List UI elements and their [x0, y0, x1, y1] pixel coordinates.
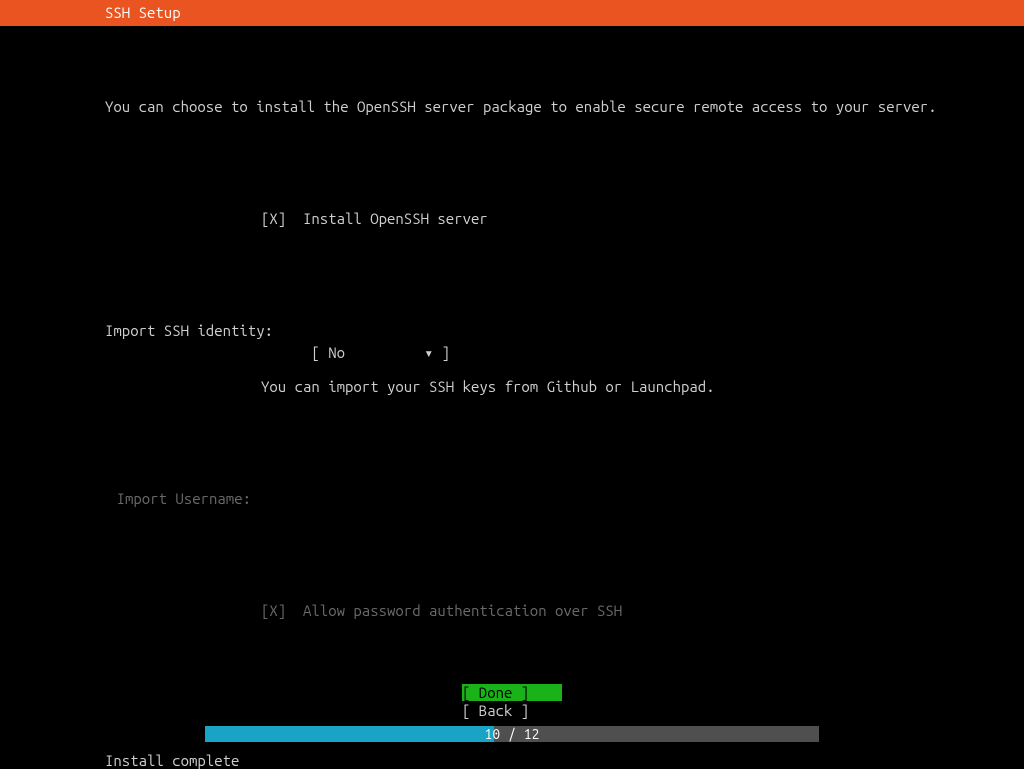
page-title: SSH Setup [105, 4, 181, 21]
install-openssh-checkbox[interactable]: [X] [261, 208, 303, 230]
status-text: Install complete [105, 752, 239, 769]
allow-password-checkbox: [X] [261, 600, 303, 622]
chevron-down-icon: ▾ [424, 344, 433, 361]
import-username-label: Import Username: [105, 488, 261, 510]
import-username-row: Import Username: [105, 488, 919, 510]
progress-bar: 10 / 12 [205, 726, 819, 742]
back-button[interactable]: [ Back ] [462, 702, 562, 719]
progress-text: 10 / 12 [205, 726, 819, 742]
intro-text: You can choose to install the OpenSSH se… [105, 96, 919, 118]
import-username-input [261, 488, 919, 510]
allow-password-row: [X] Allow password authentication over S… [105, 600, 919, 622]
header-bar: SSH Setup [0, 0, 1024, 26]
import-identity-dropdown[interactable]: [ No▾ ] [311, 342, 450, 364]
allow-password-label: Allow password authentication over SSH [303, 600, 919, 622]
content-area: You can choose to install the OpenSSH se… [0, 26, 1024, 639]
import-identity-label: Import SSH identity: [105, 320, 261, 342]
import-identity-row: Import SSH identity: [ No▾ ] [105, 320, 919, 342]
done-button[interactable]: [ Done ] [462, 684, 562, 701]
install-openssh-label: Install OpenSSH server [303, 208, 919, 230]
install-openssh-row: [X] Install OpenSSH server [105, 208, 919, 230]
import-identity-hint: You can import your SSH keys from Github… [261, 376, 919, 398]
